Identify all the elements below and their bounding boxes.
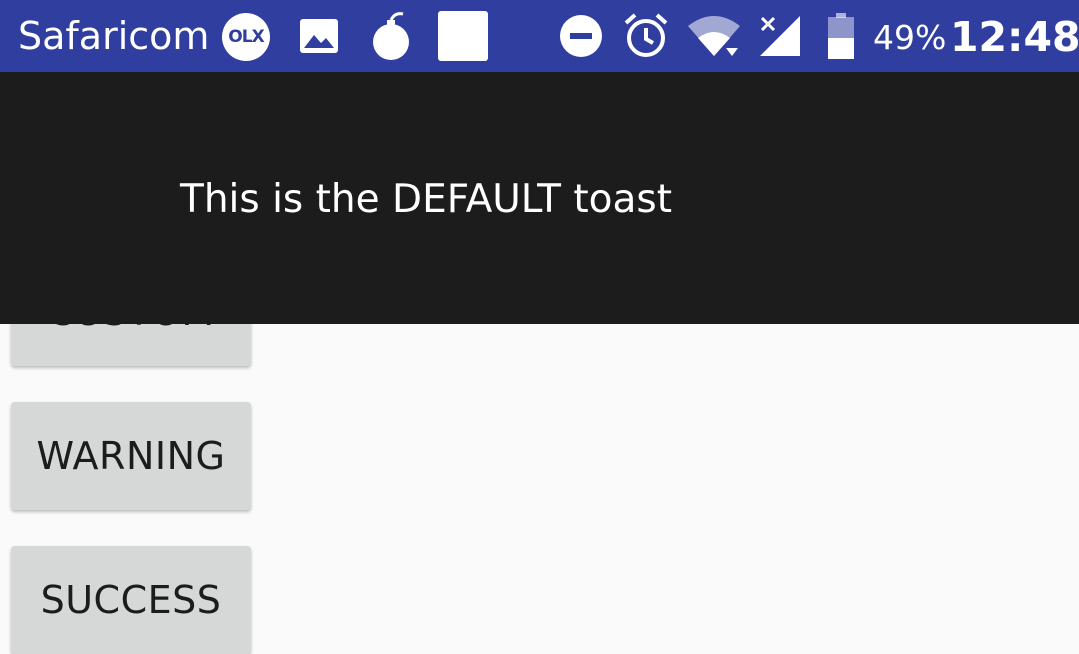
status-bar: Safaricom OLX 49% 12:48 [0, 0, 1079, 72]
olx-label: OLX [228, 27, 264, 47]
warning-button-label: WARNING [36, 434, 226, 478]
battery-icon [826, 0, 856, 72]
clock: 12:48 [950, 13, 1079, 61]
warning-button[interactable]: WARNING [11, 402, 251, 510]
success-button[interactable]: SUCCESS [11, 546, 251, 654]
success-button-label: SUCCESS [40, 578, 222, 622]
battery-percentage: 49% [873, 18, 947, 57]
bomb-icon [370, 0, 412, 72]
do-not-disturb-icon [558, 0, 604, 72]
alarm-icon [623, 0, 669, 72]
wifi-icon [686, 0, 742, 72]
toast: This is the DEFAULT toast [0, 72, 1079, 324]
carrier-name: Safaricom [18, 14, 210, 58]
signal-icon [758, 0, 802, 72]
image-icon [298, 0, 340, 72]
toast-message: This is the DEFAULT toast [180, 177, 673, 222]
olx-icon: OLX [222, 13, 270, 61]
blank-square-icon [437, 0, 489, 72]
